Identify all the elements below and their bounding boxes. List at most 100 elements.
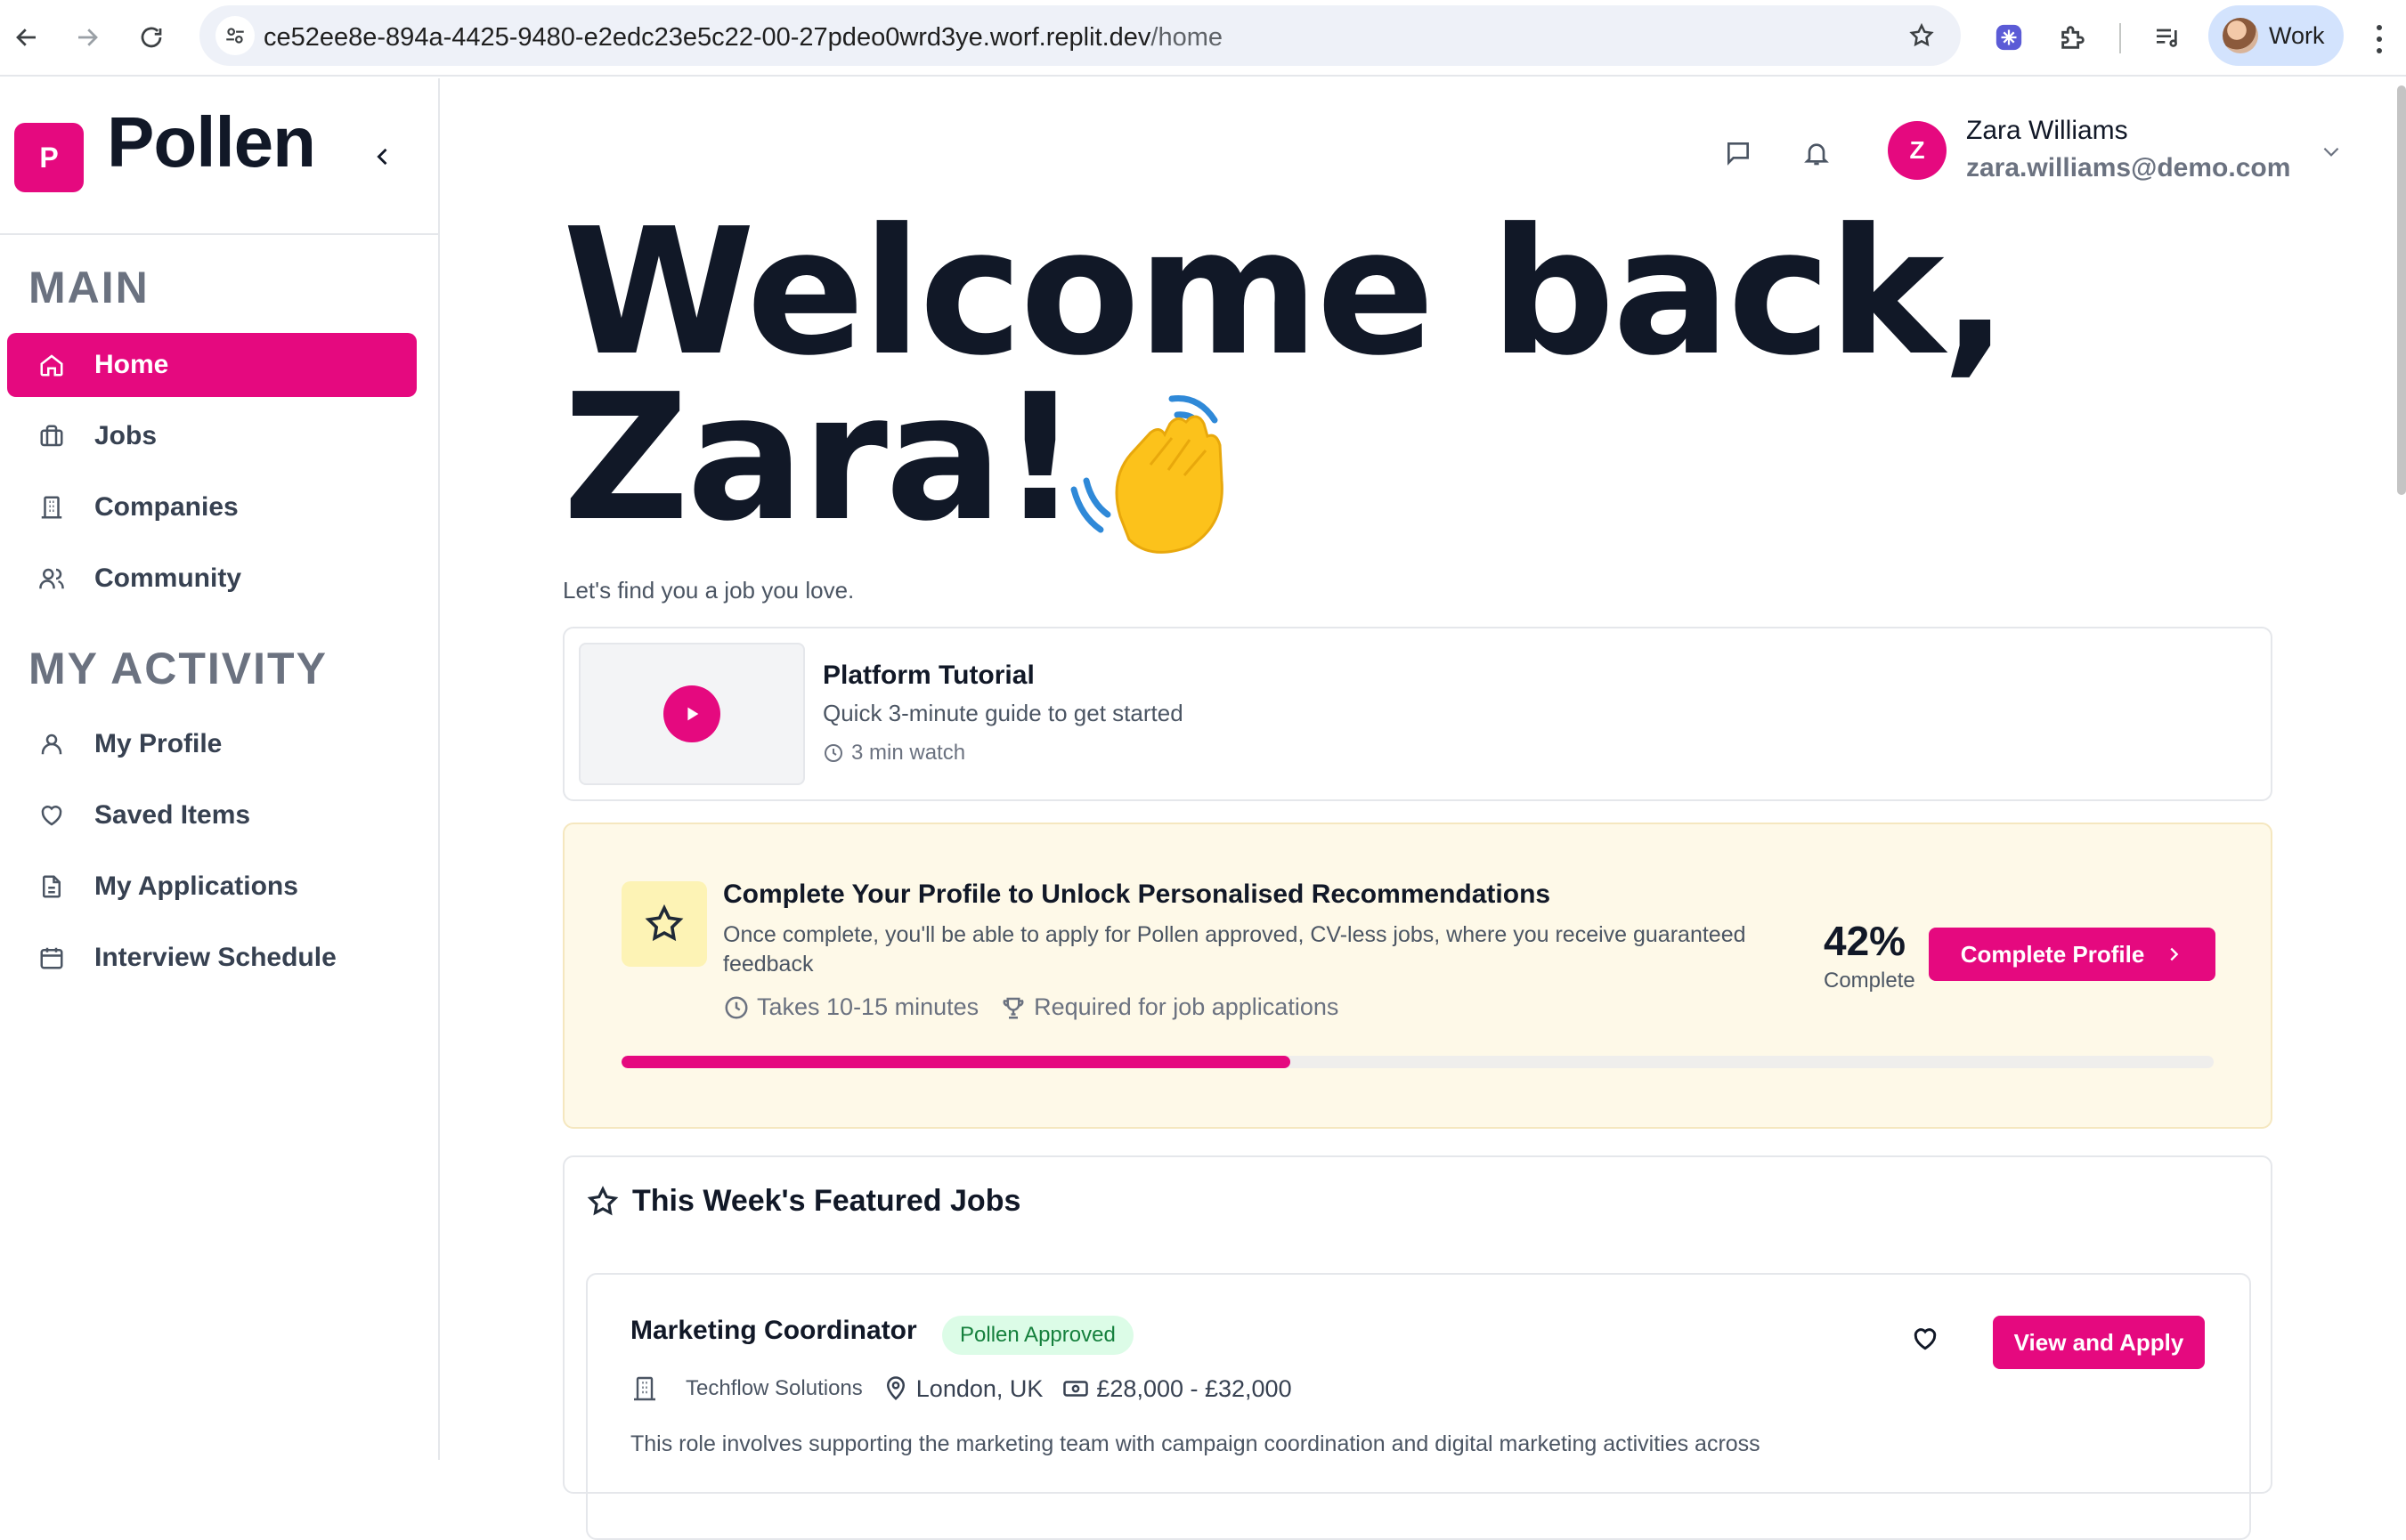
collapse-sidebar-icon[interactable] — [363, 137, 402, 176]
users-icon — [36, 563, 68, 595]
view-and-apply-button[interactable]: View and Apply — [1993, 1316, 2205, 1369]
browser-menu-icon[interactable] — [2369, 20, 2390, 59]
job-title[interactable]: Marketing Coordinator — [630, 1316, 917, 1346]
hero-subtitle: Let's find you a job you love. — [563, 577, 855, 604]
url-text: ce52ee8e-894a-4425-9480-e2edc23e5c22-00-… — [264, 23, 1223, 53]
messages-icon[interactable] — [1719, 134, 1758, 173]
heart-icon — [36, 799, 68, 831]
site-info-icon[interactable] — [215, 16, 255, 55]
building-icon — [634, 1376, 655, 1401]
home-icon — [36, 349, 68, 381]
job-description: This role involves supporting the market… — [630, 1431, 1760, 1456]
clock-icon — [825, 744, 842, 762]
profile-prompt-meta: Takes 10-15 minutes Required for job app… — [723, 993, 1360, 1021]
welcome-line-1: Welcome back, — [563, 191, 2008, 394]
notifications-bell-icon[interactable] — [1797, 134, 1836, 173]
featured-header: This Week's Featured Jobs — [586, 1184, 1020, 1219]
user-name[interactable]: Zara Williams — [1966, 116, 2128, 146]
map-pin-icon — [886, 1376, 905, 1400]
welcome-heading: Welcome back, Zara! — [563, 191, 2008, 560]
forward-icon[interactable] — [68, 18, 107, 57]
profile-prompt-description: Once complete, you'll be able to apply f… — [723, 922, 1746, 977]
sidebar-item-interview-schedule[interactable]: Interview Schedule — [7, 926, 417, 990]
sidebar: P Pollen MAIN Home Jobs Companies Commun… — [0, 78, 440, 1460]
video-thumbnail[interactable] — [579, 643, 805, 785]
section-title-main: MAIN — [28, 263, 150, 312]
tutorial-card[interactable]: Platform Tutorial Quick 3-minute guide t… — [563, 627, 2272, 801]
tutorial-description: Quick 3-minute guide to get started — [823, 700, 1183, 726]
sidebar-item-label: My Applications — [94, 871, 298, 901]
back-icon[interactable] — [7, 18, 46, 57]
complete-profile-card: Complete Your Profile to Unlock Personal… — [563, 823, 2272, 1129]
browser-profile-button[interactable]: Work — [2208, 5, 2344, 66]
sidebar-item-my-applications[interactable]: My Applications — [7, 855, 417, 919]
chevron-right-icon — [2170, 947, 2179, 961]
tutorial-duration: 3 min watch — [823, 741, 965, 766]
sidebar-item-label: My Profile — [94, 729, 223, 758]
job-card[interactable]: Marketing Coordinator Pollen Approved Te… — [586, 1273, 2251, 1540]
bookmark-star-icon[interactable] — [1904, 18, 1939, 53]
waving-hand-icon — [1070, 395, 1223, 554]
complete-profile-button[interactable]: Complete Profile — [1929, 928, 2215, 981]
profile-prompt-title: Complete Your Profile to Unlock Personal… — [723, 879, 1551, 909]
sidebar-item-home[interactable]: Home — [7, 333, 417, 397]
profile-percent: 42% — [1824, 918, 1906, 964]
job-location: London, UK — [882, 1374, 1044, 1403]
pollen-approved-badge: Pollen Approved — [942, 1316, 1134, 1355]
extension-app-icon[interactable] — [1989, 18, 2028, 57]
extensions-puzzle-icon[interactable] — [2053, 18, 2093, 57]
url-host: ce52ee8e-894a-4425-9480-e2edc23e5c22-00-… — [264, 23, 1151, 52]
logo-icon[interactable]: P — [14, 123, 84, 192]
sidebar-item-label: Companies — [94, 492, 239, 522]
sidebar-item-community[interactable]: Community — [7, 547, 417, 611]
time-estimate-label: Takes 10-15 minutes — [757, 993, 979, 1020]
sidebar-item-label: Community — [94, 563, 241, 593]
welcome-line-2: Zara! — [563, 357, 1080, 560]
briefcase-icon — [36, 420, 68, 452]
tutorial-title: Platform Tutorial — [823, 661, 1035, 690]
document-icon — [36, 871, 68, 903]
user-avatar[interactable]: Z — [1888, 121, 1947, 180]
complete-profile-label: Complete Profile — [1960, 940, 2145, 968]
job-location-label: London, UK — [915, 1374, 1044, 1402]
featured-title: This Week's Featured Jobs — [632, 1184, 1021, 1218]
address-bar[interactable]: ce52ee8e-894a-4425-9480-e2edc23e5c22-00-… — [199, 5, 1961, 66]
user-menu-chevron-down-icon[interactable] — [2315, 135, 2347, 167]
job-company: Techflow Solutions — [686, 1376, 863, 1400]
banknote-icon — [1063, 1381, 1089, 1397]
sidebar-item-label: Interview Schedule — [94, 943, 337, 972]
profile-label: Work — [2269, 21, 2325, 49]
page-scrollbar[interactable] — [2397, 85, 2406, 495]
sidebar-item-jobs[interactable]: Jobs — [7, 404, 417, 468]
url-path: /home — [1150, 23, 1223, 52]
sidebar-item-companies[interactable]: Companies — [7, 475, 417, 539]
brand-header: P Pollen — [0, 78, 438, 235]
sidebar-item-saved-items[interactable]: Saved Items — [7, 783, 417, 847]
job-salary-label: £28,000 - £32,000 — [1096, 1374, 1292, 1402]
play-icon[interactable] — [663, 685, 720, 742]
clock-icon — [725, 996, 748, 1018]
featured-jobs-section: This Week's Featured Jobs Marketing Coor… — [563, 1155, 2272, 1540]
reload-icon[interactable] — [132, 18, 171, 57]
browser-toolbar: ce52ee8e-894a-4425-9480-e2edc23e5c22-00-… — [0, 0, 2406, 77]
user-icon — [36, 728, 68, 760]
trophy-icon — [1003, 997, 1024, 1018]
profile-progress-bar — [622, 1056, 2214, 1068]
user-email: zara.williams@demo.com — [1966, 153, 2291, 182]
requirement-note: Required for job applications — [1000, 993, 1338, 1021]
star-icon — [587, 1185, 619, 1215]
star-icon — [622, 881, 707, 967]
media-queue-icon[interactable] — [2148, 18, 2187, 57]
time-estimate: Takes 10-15 minutes — [723, 993, 979, 1021]
sidebar-item-my-profile[interactable]: My Profile — [7, 712, 417, 776]
job-meta: Techflow Solutions London, UK £28,000 - … — [630, 1374, 1312, 1403]
save-job-heart-icon[interactable] — [1906, 1319, 1945, 1358]
job-salary: £28,000 - £32,000 — [1062, 1374, 1292, 1403]
tutorial-duration-label: 3 min watch — [851, 741, 966, 765]
building-icon — [36, 491, 68, 523]
calendar-icon — [36, 942, 68, 974]
sidebar-item-label: Jobs — [94, 421, 158, 450]
brand-name[interactable]: Pollen — [107, 101, 316, 183]
profile-avatar — [2223, 18, 2258, 53]
requirement-label: Required for job applications — [1034, 993, 1339, 1020]
